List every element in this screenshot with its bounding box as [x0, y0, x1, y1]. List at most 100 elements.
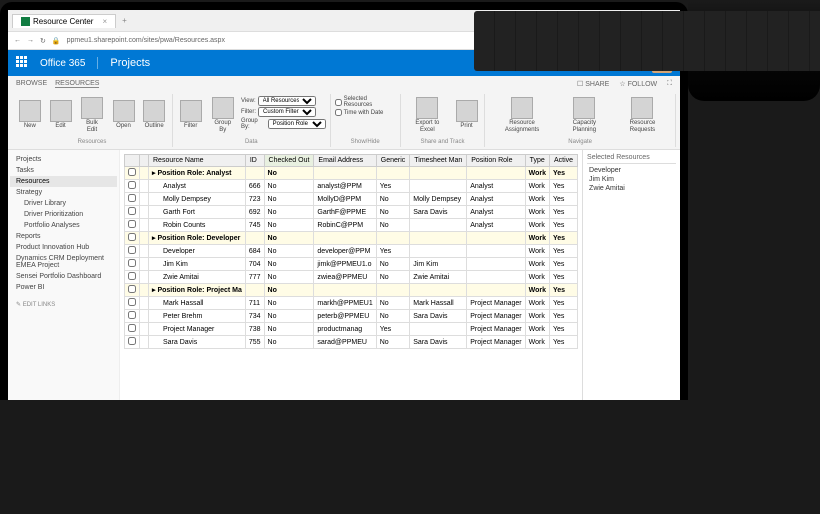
ribbon-button[interactable]: Filter: [177, 96, 204, 134]
row-checkbox[interactable]: [128, 194, 136, 202]
ribbon-checkbox[interactable]: Time with Date: [335, 109, 396, 116]
ribbon-button[interactable]: Open: [110, 96, 138, 134]
column-header[interactable]: ID: [245, 155, 264, 167]
column-header[interactable]: Type: [525, 155, 549, 167]
column-header[interactable]: [140, 155, 149, 167]
group-row[interactable]: ▸ Position Role: DeveloperNoWorkYes: [125, 232, 578, 245]
column-header[interactable]: Active: [549, 155, 577, 167]
table-row[interactable]: Robin Counts745NoRobinC@PPMNoAnalystWork…: [125, 219, 578, 232]
row-checkbox[interactable]: [128, 181, 136, 189]
panel-title: Selected Resources: [587, 154, 676, 164]
filter-selector[interactable]: Filter: Custom Filter...: [241, 107, 326, 117]
ribbon-checkbox[interactable]: Selected Resources: [335, 96, 396, 108]
follow-button[interactable]: ☆ FOLLOW: [619, 80, 657, 88]
view-selector[interactable]: View: All Resources: [241, 96, 326, 106]
ribbon-icon: [180, 100, 202, 122]
ribbon-button[interactable]: Print: [453, 96, 480, 134]
tab-browse[interactable]: BROWSE: [16, 80, 47, 88]
ribbon-button[interactable]: Export to Excel: [405, 96, 450, 134]
column-header[interactable]: Position Role: [467, 155, 525, 167]
ribbon-icon: [631, 97, 653, 119]
ribbon-icon: [143, 100, 165, 122]
sidebar-item[interactable]: Projects: [10, 154, 117, 165]
ribbon-button[interactable]: Resource Requests: [614, 96, 671, 134]
ribbon-icon: [573, 97, 595, 119]
group-row[interactable]: ▸ Position Role: AnalystNoWorkYes: [125, 167, 578, 180]
table-row[interactable]: Developer684Nodeveloper@PPMYesWorkYes: [125, 245, 578, 258]
edit-links[interactable]: ✎ EDIT LINKS: [10, 297, 117, 312]
sidebar-item[interactable]: Tasks: [10, 165, 117, 176]
tab-resources[interactable]: RESOURCES: [55, 80, 99, 88]
back-icon[interactable]: ←: [14, 37, 21, 44]
table-row[interactable]: Project Manager738NoproductmanagYesProje…: [125, 323, 578, 336]
main-grid-area: Resource NameIDChecked OutEmail AddressG…: [120, 150, 582, 400]
ribbon-button[interactable]: Resource Assignments: [489, 96, 555, 134]
row-checkbox[interactable]: [128, 272, 136, 280]
row-checkbox[interactable]: [128, 285, 136, 293]
sidebar-item[interactable]: Power BI: [10, 282, 117, 293]
sidebar-item[interactable]: Strategy: [10, 187, 117, 198]
column-header[interactable]: Timesheet Man: [410, 155, 467, 167]
column-header[interactable]: Generic: [376, 155, 410, 167]
row-checkbox[interactable]: [128, 168, 136, 176]
resource-grid: Resource NameIDChecked OutEmail AddressG…: [124, 154, 578, 349]
laptop-base: [688, 1, 820, 101]
sidebar-item[interactable]: Resources: [10, 176, 117, 187]
row-checkbox[interactable]: [128, 311, 136, 319]
table-row[interactable]: Analyst666Noanalyst@PPMYesAnalystWorkYes: [125, 180, 578, 193]
table-row[interactable]: Zwie Amitai777Nozwiea@PPMEUNoZwie Amitai…: [125, 271, 578, 284]
row-checkbox[interactable]: [128, 324, 136, 332]
close-icon[interactable]: ×: [102, 17, 107, 26]
table-row[interactable]: Peter Brehm734Nopeterb@PPMEUNoSara Davis…: [125, 310, 578, 323]
group-row[interactable]: ▸ Position Role: Project MaNoWorkYes: [125, 284, 578, 297]
ribbon-icon: [113, 100, 135, 122]
app-launcher-icon[interactable]: [16, 56, 30, 70]
ribbon-button[interactable]: Edit: [47, 96, 75, 134]
ribbon-button[interactable]: Outline: [140, 96, 168, 134]
selected-resource-item[interactable]: Zwie Amitai: [587, 184, 676, 193]
sidebar-item[interactable]: Driver Library: [10, 198, 117, 209]
sidebar-item[interactable]: Reports: [10, 231, 117, 242]
column-header[interactable]: Resource Name: [149, 155, 246, 167]
sidebar-item[interactable]: Sensei Portfolio Dashboard: [10, 271, 117, 282]
column-header[interactable]: [125, 155, 140, 167]
row-checkbox[interactable]: [128, 298, 136, 306]
ribbon: NewEditBulk EditOpenOutlineResourcesFilt…: [8, 92, 680, 150]
ribbon-button[interactable]: Capacity Planning: [558, 96, 611, 134]
row-checkbox[interactable]: [128, 207, 136, 215]
column-header[interactable]: Email Address: [314, 155, 376, 167]
o365-brand[interactable]: Office 365: [40, 58, 85, 69]
table-row[interactable]: Mark Hassall711Nomarkh@PPMEU1NoMark Hass…: [125, 297, 578, 310]
row-checkbox[interactable]: [128, 246, 136, 254]
column-header[interactable]: Checked Out: [264, 155, 314, 167]
ribbon-button[interactable]: Group By: [207, 96, 238, 134]
group-selector[interactable]: Group By: Position Role: [241, 118, 326, 130]
row-checkbox[interactable]: [128, 220, 136, 228]
sidebar-item[interactable]: Driver Prioritization: [10, 209, 117, 220]
selected-resource-item[interactable]: Developer: [587, 166, 676, 175]
sidebar-item[interactable]: Product Innovation Hub: [10, 242, 117, 253]
left-nav: ProjectsTasksResourcesStrategyDriver Lib…: [8, 150, 120, 400]
row-checkbox[interactable]: [128, 259, 136, 267]
browser-tab[interactable]: Resource Center ×: [12, 14, 116, 28]
ribbon-icon: [511, 97, 533, 119]
table-row[interactable]: Jim Kim704Nojimk@PPMEU1.oNoJim KimWorkYe…: [125, 258, 578, 271]
share-button[interactable]: ☐ SHARE: [577, 80, 609, 88]
forward-icon[interactable]: →: [27, 37, 34, 44]
table-row[interactable]: Garth Fort692NoGarthF@PPMENoSara DavisAn…: [125, 206, 578, 219]
sidebar-item[interactable]: Dynamics CRM Deployment EMEA Project: [10, 253, 117, 271]
row-checkbox[interactable]: [128, 337, 136, 345]
fullscreen-icon[interactable]: ⛶: [667, 80, 672, 88]
ribbon-icon: [19, 100, 41, 122]
table-row[interactable]: Sara Davis755Nosarad@PPMEUNoSara DavisPr…: [125, 336, 578, 349]
ribbon-group: FilterGroup ByView: All ResourcesFilter:…: [173, 94, 331, 147]
new-tab-button[interactable]: +: [122, 16, 127, 25]
table-row[interactable]: Molly Dempsey723NoMollyD@PPMNoMolly Demp…: [125, 193, 578, 206]
selected-resources-panel: Selected Resources DeveloperJim KimZwie …: [582, 150, 680, 400]
ribbon-button[interactable]: New: [16, 96, 44, 134]
sidebar-item[interactable]: Portfolio Analyses: [10, 220, 117, 231]
selected-resource-item[interactable]: Jim Kim: [587, 175, 676, 184]
refresh-icon[interactable]: ↻: [40, 37, 46, 45]
row-checkbox[interactable]: [128, 233, 136, 241]
ribbon-button[interactable]: Bulk Edit: [77, 96, 106, 134]
